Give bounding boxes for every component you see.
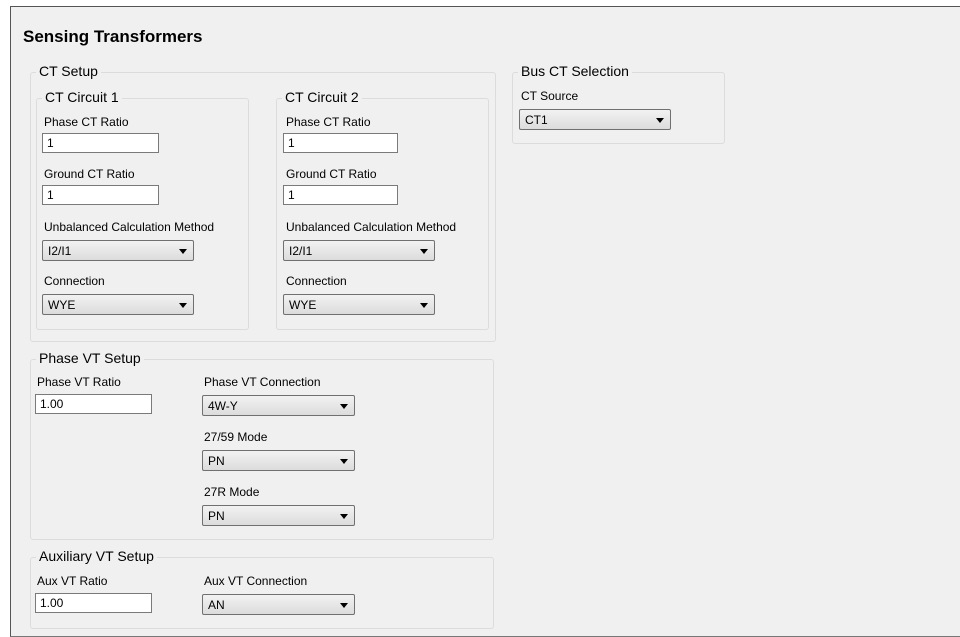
bus-ct-selection-legend: Bus CT Selection: [518, 63, 632, 79]
phase-vt-setup-legend: Phase VT Setup: [36, 350, 144, 366]
mode-27-59-select[interactable]: PN: [202, 450, 355, 471]
ct-source-value: CT1: [525, 113, 548, 127]
ct2-connection-value: WYE: [289, 298, 317, 312]
ct1-ground-ct-ratio-input[interactable]: 1: [42, 185, 159, 205]
ct2-connection-select[interactable]: WYE: [283, 294, 435, 315]
ct-circuit-2-legend: CT Circuit 2: [282, 89, 362, 105]
ct-circuit-1-legend: CT Circuit 1: [42, 89, 122, 105]
mode-27r-label: 27R Mode: [204, 485, 260, 499]
ct1-phase-ct-ratio-label: Phase CT Ratio: [44, 115, 129, 129]
chevron-down-icon: [179, 249, 187, 254]
ct2-unbalanced-method-select[interactable]: I2/I1: [283, 240, 435, 261]
ct1-unbalanced-method-value: I2/I1: [48, 244, 72, 258]
mode-27r-select[interactable]: PN: [202, 505, 355, 526]
ct1-unbalanced-method-label: Unbalanced Calculation Method: [44, 220, 215, 234]
chevron-down-icon: [656, 118, 664, 123]
aux-vt-ratio-label: Aux VT Ratio: [37, 574, 108, 588]
ct1-connection-value: WYE: [48, 298, 76, 312]
ct2-connection-label: Connection: [286, 274, 347, 288]
ct1-unbalanced-method-select[interactable]: I2/I1: [42, 240, 194, 261]
chevron-down-icon: [340, 404, 348, 409]
ct-setup-legend: CT Setup: [36, 63, 101, 79]
mode-27-59-value: PN: [208, 454, 225, 468]
ct1-phase-ct-ratio-input[interactable]: 1: [42, 133, 159, 153]
aux-vt-connection-label: Aux VT Connection: [204, 574, 308, 588]
ct1-ground-ct-ratio-label: Ground CT Ratio: [44, 167, 135, 181]
ct2-unbalanced-method-value: I2/I1: [289, 244, 313, 258]
aux-vt-connection-value: AN: [208, 598, 225, 612]
ct-source-label: CT Source: [521, 89, 579, 103]
ct2-unbalanced-method-label: Unbalanced Calculation Method: [286, 220, 457, 234]
ct2-phase-ct-ratio-input[interactable]: 1: [283, 133, 398, 153]
chevron-down-icon: [420, 249, 428, 254]
ct2-ground-ct-ratio-input[interactable]: 1: [283, 185, 398, 205]
ct2-phase-ct-ratio-label: Phase CT Ratio: [286, 115, 371, 129]
phase-vt-connection-label: Phase VT Connection: [204, 375, 321, 389]
aux-vt-ratio-input[interactable]: 1.00: [35, 593, 152, 613]
chevron-down-icon: [420, 303, 428, 308]
bus-ct-selection-group: Bus CT Selection: [512, 63, 725, 144]
phase-vt-ratio-input[interactable]: 1.00: [35, 394, 152, 414]
chevron-down-icon: [340, 603, 348, 608]
aux-vt-connection-select[interactable]: AN: [202, 594, 355, 615]
auxiliary-vt-setup-legend: Auxiliary VT Setup: [36, 548, 157, 564]
ct2-ground-ct-ratio-label: Ground CT Ratio: [286, 167, 377, 181]
phase-vt-connection-value: 4W-Y: [208, 399, 238, 413]
ct1-connection-label: Connection: [44, 274, 105, 288]
chevron-down-icon: [340, 459, 348, 464]
phase-vt-connection-select[interactable]: 4W-Y: [202, 395, 355, 416]
mode-27r-value: PN: [208, 509, 225, 523]
chevron-down-icon: [179, 303, 187, 308]
page-title: Sensing Transformers: [23, 27, 203, 46]
phase-vt-ratio-label: Phase VT Ratio: [37, 375, 121, 389]
chevron-down-icon: [340, 514, 348, 519]
mode-27-59-label: 27/59 Mode: [204, 430, 268, 444]
ct-source-select[interactable]: CT1: [519, 109, 671, 130]
ct1-connection-select[interactable]: WYE: [42, 294, 194, 315]
